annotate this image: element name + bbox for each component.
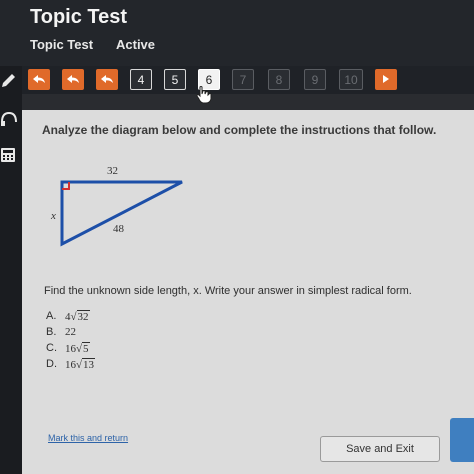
right-triangle-diagram: 32 x 48 xyxy=(50,165,183,247)
choice-letter: A. xyxy=(46,310,57,322)
choice-radicand: 13 xyxy=(82,357,96,371)
choice-letter: C. xyxy=(46,342,57,354)
choice-a[interactable]: A. 4 √ 32 xyxy=(46,308,95,324)
next-button[interactable] xyxy=(450,418,474,462)
app-title: Topic Test xyxy=(30,6,128,28)
question-prompt: Analyze the diagram below and complete t… xyxy=(42,123,437,137)
undo-button-1[interactable] xyxy=(28,69,50,90)
question-panel: Analyze the diagram below and complete t… xyxy=(22,110,474,474)
question-5-button[interactable]: 5 xyxy=(164,69,186,90)
undo-icon xyxy=(32,73,46,87)
play-icon xyxy=(382,73,390,87)
answer-choices: A. 4 √ 32 B. 22 C. 16 √ 5 D. 16 √ 13 xyxy=(46,308,96,372)
headphones-icon[interactable] xyxy=(0,110,18,128)
save-and-exit-button[interactable]: Save and Exit xyxy=(320,436,440,462)
status-label: Active xyxy=(116,37,156,52)
undo-icon xyxy=(66,73,80,87)
choice-coefficient: 16 xyxy=(65,342,76,355)
question-text: Find the unknown side length, x. Write y… xyxy=(44,285,412,297)
choice-letter: D. xyxy=(46,358,57,370)
test-subtitle: Topic Test xyxy=(30,37,94,52)
undo-icon xyxy=(100,73,114,87)
next-question-button[interactable] xyxy=(375,69,397,90)
question-7-button: 7 xyxy=(232,69,254,90)
mark-and-return-link[interactable]: Mark this and return xyxy=(48,433,128,443)
choice-d[interactable]: D. 16 √ 13 xyxy=(46,356,96,372)
question-9-button: 9 xyxy=(304,69,326,90)
side-label-top: 32 xyxy=(107,165,118,177)
undo-button-2[interactable] xyxy=(62,69,84,90)
side-label-x: x xyxy=(50,210,56,222)
hand-cursor-icon xyxy=(196,86,212,109)
question-4-button[interactable]: 4 xyxy=(130,69,152,90)
side-label-hypotenuse: 48 xyxy=(113,223,125,235)
choice-radicand: 5 xyxy=(82,341,90,355)
tool-sidebar xyxy=(0,66,22,474)
choice-letter: B. xyxy=(46,326,57,338)
question-nav-bar: 4 5 6 7 8 9 10 xyxy=(0,66,474,94)
choice-c[interactable]: C. 16 √ 5 xyxy=(46,340,95,356)
question-10-button: 10 xyxy=(339,69,363,90)
calculator-icon[interactable] xyxy=(0,146,18,164)
choice-coefficient: 16 xyxy=(65,358,76,371)
choice-coefficient: 22 xyxy=(65,326,76,338)
app-header: Topic Test Topic Test Active xyxy=(0,0,474,66)
choice-b[interactable]: B. 22 xyxy=(46,324,95,340)
choice-radicand: 32 xyxy=(76,309,90,323)
question-8-button: 8 xyxy=(268,69,290,90)
undo-button-3[interactable] xyxy=(96,69,118,90)
pencil-icon[interactable] xyxy=(0,72,18,90)
